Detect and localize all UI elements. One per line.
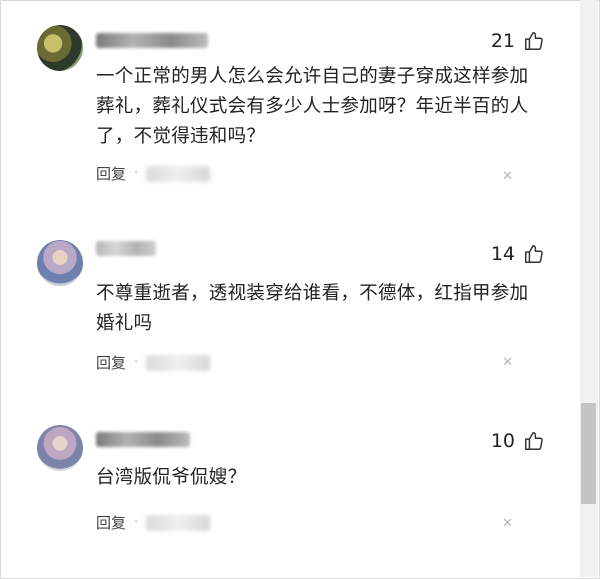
- comment-text: 一个正常的男人怎么会允许自己的妻子穿成这样参加葬礼，葬礼仪式会有多少人士参加呀？…: [96, 66, 529, 147]
- scrollbar-thumb[interactable]: [581, 403, 596, 504]
- separator-dot: ·: [134, 515, 139, 530]
- separator-dot: ·: [134, 166, 139, 181]
- timestamp-blurred: [146, 165, 211, 182]
- thumb-up-icon: [525, 245, 543, 263]
- comment-text: 不尊重逝者，透视装穿给谁看，不德体，红指甲参加婚礼吗: [96, 283, 529, 334]
- close-icon[interactable]: ✕: [502, 355, 513, 370]
- timestamp-blurred: [146, 354, 211, 371]
- close-icon[interactable]: ✕: [502, 169, 513, 184]
- like-button[interactable]: 10: [491, 430, 545, 452]
- username-blurred[interactable]: [96, 432, 190, 447]
- username-blurred[interactable]: [96, 241, 156, 256]
- like-button[interactable]: 21: [491, 30, 545, 52]
- avatar[interactable]: [37, 425, 83, 471]
- timestamp-blurred: [146, 514, 211, 531]
- avatar[interactable]: [37, 25, 83, 71]
- reply-button[interactable]: 回复: [96, 163, 126, 184]
- comment-text: 台湾版侃爷侃嫂？: [96, 467, 247, 488]
- comment-meta: 回复 ·: [96, 352, 211, 373]
- avatar[interactable]: [37, 240, 83, 286]
- username-blurred[interactable]: [96, 33, 208, 48]
- thumb-up-icon: [525, 432, 543, 450]
- like-count: 10: [490, 430, 515, 452]
- like-count: 21: [490, 30, 515, 52]
- reply-button[interactable]: 回复: [96, 512, 126, 533]
- separator-dot: ·: [134, 355, 139, 370]
- thumb-up-icon: [525, 32, 543, 50]
- like-button[interactable]: 14: [491, 243, 545, 265]
- like-count: 14: [490, 243, 515, 265]
- reply-button[interactable]: 回复: [96, 352, 126, 373]
- comment-meta: 回复 ·: [96, 512, 211, 533]
- comment-meta: 回复 ·: [96, 163, 211, 184]
- close-icon[interactable]: ✕: [502, 516, 513, 531]
